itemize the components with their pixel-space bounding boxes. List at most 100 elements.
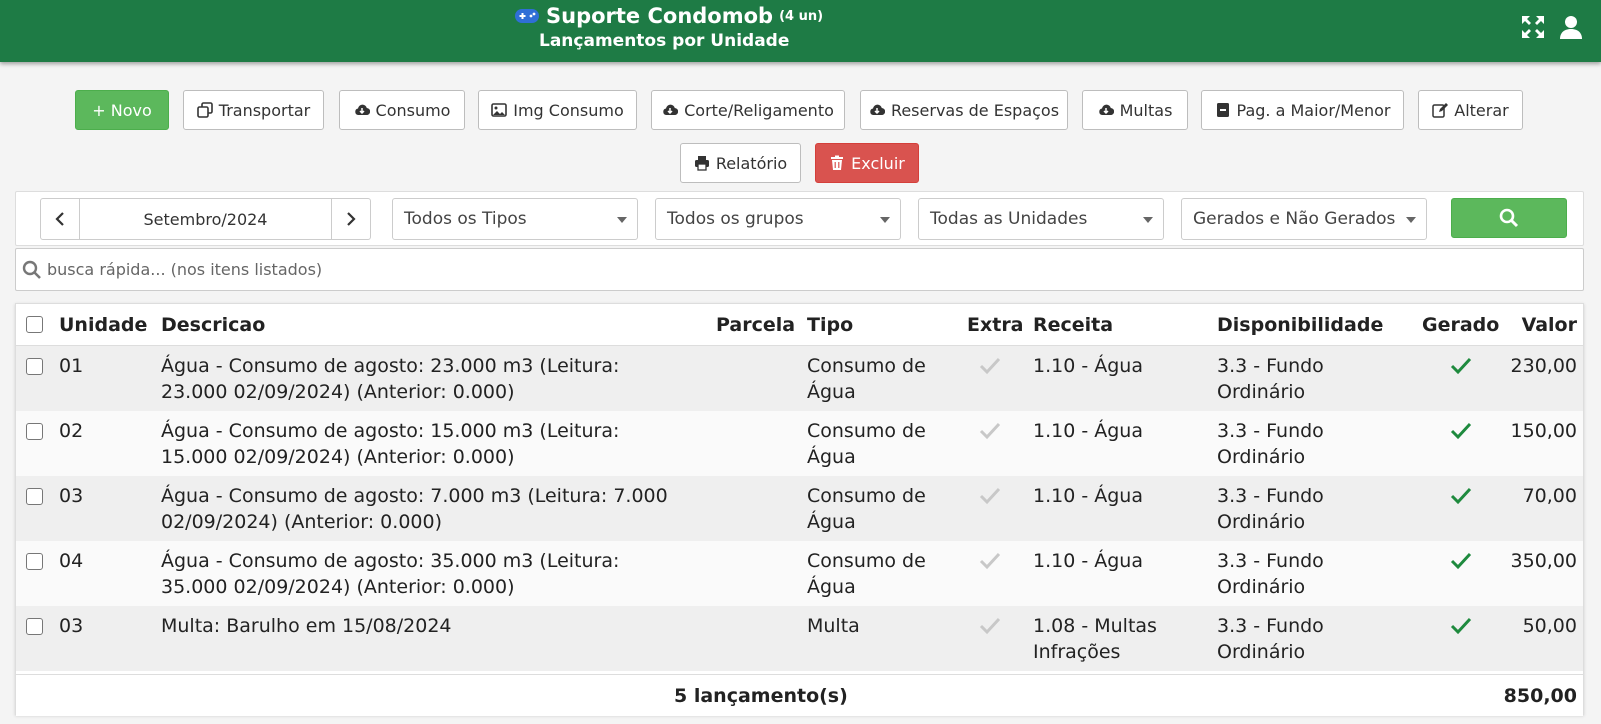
col-descricao[interactable]: Descricao [161, 312, 265, 338]
col-receita[interactable]: Receita [1033, 312, 1113, 338]
row-checkbox[interactable] [26, 358, 43, 375]
cell-receita-line1: 1.10 - Água [1033, 355, 1143, 377]
gerado-check-icon [1450, 422, 1472, 440]
prev-month-button[interactable] [41, 199, 80, 239]
caret-down-icon [1143, 217, 1153, 223]
gerado-check-icon [1450, 617, 1472, 635]
table-row[interactable]: 04 Água - Consumo de agosto: 35.000 m3 (L… [16, 541, 1583, 606]
trash-icon [831, 155, 844, 170]
caret-down-icon [617, 217, 627, 223]
tipos-value: Todos os Tipos [404, 209, 527, 229]
cell-disponibilidade-line1: 3.3 - Fundo [1217, 615, 1324, 637]
cloud-download-icon [354, 104, 370, 116]
footer-total: 850,00 [1503, 685, 1577, 707]
row-checkbox[interactable] [26, 553, 43, 570]
search-button[interactable] [1451, 198, 1567, 238]
cell-tipo-line2: Água [807, 511, 856, 533]
cell-receita-line2: Infrações [1033, 641, 1121, 663]
col-tipo[interactable]: Tipo [807, 312, 853, 338]
cell-tipo-line1: Consumo de [807, 420, 926, 442]
row-checkbox[interactable] [26, 618, 43, 635]
cell-tipo-line1: Consumo de [807, 355, 926, 377]
table-row[interactable]: 01 Água - Consumo de agosto: 23.000 m3 (L… [16, 346, 1583, 411]
user-icon[interactable] [1558, 14, 1584, 40]
col-extra[interactable]: Extra [967, 312, 1024, 338]
expand-icon[interactable] [1520, 14, 1546, 40]
cell-receita-line1: 1.10 - Água [1033, 485, 1143, 507]
gerado-check-icon [1450, 357, 1472, 375]
cell-disponibilidade-line2: Ordinário [1217, 381, 1306, 403]
transportar-button[interactable]: Transportar [183, 90, 324, 130]
pag-label: Pag. a Maior/Menor [1236, 100, 1391, 120]
novo-button[interactable]: + Novo [75, 90, 169, 130]
extra-check-icon [979, 617, 1001, 635]
next-month-button[interactable] [331, 199, 370, 239]
table-footer: 5 lançamento(s) 850,00 [16, 674, 1583, 716]
page-subtitle: Lançamentos por Unidade [539, 31, 790, 51]
extra-check-icon [979, 422, 1001, 440]
gerados-select[interactable]: Gerados e Não Gerados [1181, 198, 1427, 240]
alterar-button[interactable]: Alterar [1418, 90, 1523, 130]
cell-descricao: Multa: Barulho em 15/08/2024 [161, 613, 452, 639]
cell-disponibilidade: 3.3 - Fundo Ordinário [1217, 353, 1324, 405]
cell-disponibilidade-line2: Ordinário [1217, 446, 1306, 468]
edit-icon [1432, 103, 1449, 118]
consumo-button[interactable]: Consumo [339, 90, 465, 130]
unidades-select[interactable]: Todas as Unidades [918, 198, 1164, 240]
cell-descricao: Água - Consumo de agosto: 35.000 m3 (Lei… [161, 548, 619, 600]
cell-tipo: Consumo de Água [807, 353, 926, 405]
multas-button[interactable]: Multas [1082, 90, 1188, 130]
unidades-value: Todas as Unidades [930, 209, 1088, 229]
col-unidade[interactable]: Unidade [59, 312, 147, 338]
cell-receita-line1: 1.10 - Água [1033, 420, 1143, 442]
cell-disponibilidade-line2: Ordinário [1217, 576, 1306, 598]
cell-descricao-line2: 35.000 02/09/2024) (Anterior: 0.000) [161, 576, 515, 598]
month-navigator: Setembro/2024 [40, 198, 371, 240]
excluir-button[interactable]: Excluir [815, 143, 919, 183]
corte-religamento-button[interactable]: Corte/Religamento [651, 90, 845, 130]
chevron-right-icon [347, 212, 356, 226]
corte-label: Corte/Religamento [684, 100, 834, 120]
col-disponibilidade[interactable]: Disponibilidade [1217, 312, 1383, 338]
table-row[interactable]: 03 Água - Consumo de agosto: 7.000 m3 (Le… [16, 476, 1583, 541]
col-gerado[interactable]: Gerado [1422, 312, 1499, 338]
cell-descricao-line1: Água - Consumo de agosto: 15.000 m3 (Lei… [161, 420, 620, 442]
cell-descricao-line2: 02/09/2024) (Anterior: 0.000) [161, 511, 442, 533]
cell-disponibilidade: 3.3 - Fundo Ordinário [1217, 613, 1324, 665]
reservas-button[interactable]: Reservas de Espaços [860, 90, 1068, 130]
cell-disponibilidade: 3.3 - Fundo Ordinário [1217, 548, 1324, 600]
row-checkbox[interactable] [26, 423, 43, 440]
cell-descricao-line1: Multa: Barulho em 15/08/2024 [161, 615, 452, 637]
tipos-select[interactable]: Todos os Tipos [392, 198, 638, 240]
cell-valor: 230,00 [1510, 355, 1577, 377]
table-row[interactable]: 02 Água - Consumo de agosto: 15.000 m3 (L… [16, 411, 1583, 476]
unit-count: (4 un) [779, 8, 824, 24]
table-row[interactable]: 03 Multa: Barulho em 15/08/2024 Multa 1.08 … [16, 606, 1583, 671]
cell-unidade: 03 [59, 615, 84, 637]
cell-descricao-line1: Água - Consumo de agosto: 23.000 m3 (Lei… [161, 355, 620, 377]
quick-search-input[interactable] [47, 260, 1583, 279]
grupos-value: Todos os grupos [667, 209, 804, 229]
cell-descricao: Água - Consumo de agosto: 23.000 m3 (Lei… [161, 353, 619, 405]
col-parcela[interactable]: Parcela [716, 312, 795, 338]
cell-descricao-line1: Água - Consumo de agosto: 7.000 m3 (Leit… [161, 485, 668, 507]
col-valor[interactable]: Valor [1522, 312, 1577, 338]
minus-square-icon [1216, 103, 1229, 117]
cell-tipo-line1: Consumo de [807, 485, 926, 507]
relatorio-button[interactable]: Relatório [680, 143, 801, 183]
cell-disponibilidade-line2: Ordinário [1217, 511, 1306, 533]
cell-receita: 1.10 - Água [1033, 418, 1143, 444]
row-checkbox[interactable] [26, 488, 43, 505]
cell-disponibilidade-line1: 3.3 - Fundo [1217, 485, 1324, 507]
cell-receita: 1.08 - Multas Infrações [1033, 613, 1157, 665]
extra-check-icon [979, 487, 1001, 505]
cell-receita-line1: 1.10 - Água [1033, 550, 1143, 572]
cell-tipo: Multa [807, 613, 860, 639]
gerado-check-icon [1450, 487, 1472, 505]
img-consumo-button[interactable]: Img Consumo [478, 90, 637, 130]
cell-tipo: Consumo de Água [807, 483, 926, 535]
cell-descricao: Água - Consumo de agosto: 7.000 m3 (Leit… [161, 483, 668, 535]
grupos-select[interactable]: Todos os grupos [655, 198, 901, 240]
pag-maior-menor-button[interactable]: Pag. a Maior/Menor [1201, 90, 1404, 130]
select-all-checkbox[interactable] [26, 316, 43, 333]
